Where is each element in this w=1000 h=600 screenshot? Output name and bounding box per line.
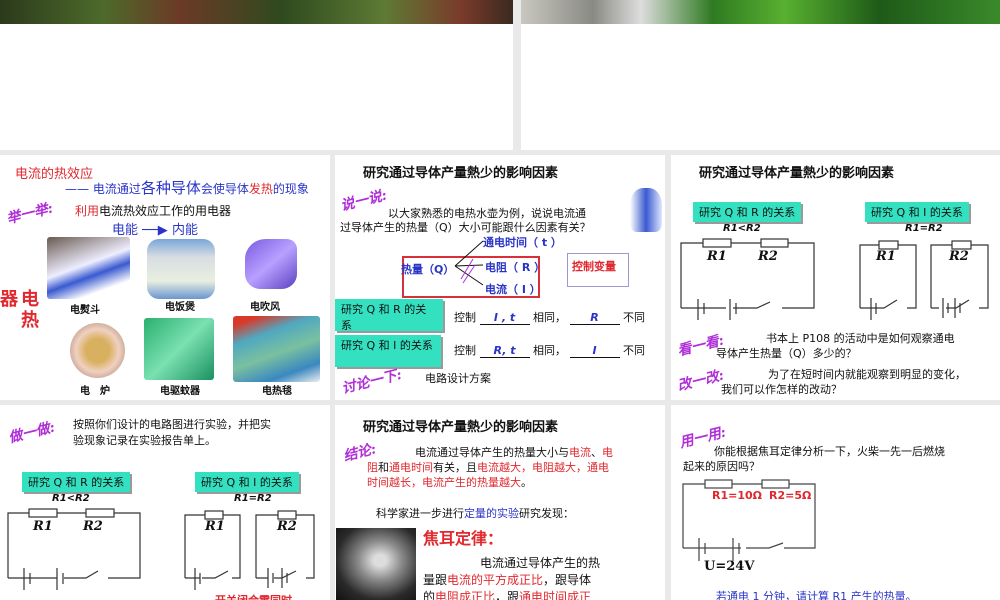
building-photo [521, 0, 1000, 24]
device-label: 电熨斗 [70, 305, 100, 316]
device-label: 电吹风 [250, 302, 280, 313]
resistor-r1-label: R1 [33, 519, 53, 534]
control-row: 控制 R, t 相同， I 不同 [454, 344, 645, 358]
control-row: 控制 I , t 相同， R 不同 [454, 311, 645, 325]
discuss-text: 电路设计方案 [425, 372, 491, 385]
law-line: 量跟电流的平方成正比，跟导体 [423, 573, 592, 587]
task-text: 若通电 1 分钟，请计算 R1 产生的热量。 [716, 590, 917, 600]
electric-stove-image [70, 323, 125, 378]
resistor-r1-label: R1 [205, 519, 225, 534]
law-line: 电流通过导体产生的热 [480, 556, 601, 570]
electric-blanket-image [233, 316, 320, 382]
resistor-r2-label: R2 [277, 519, 297, 534]
slide-thumbnail-joule-law[interactable]: 研究通过导体产量熱少的影响因素 结论: 电流通过导体产生的热量大小与电流、电 阻… [335, 405, 665, 600]
control-variable-box: 控制变量 [567, 253, 629, 287]
resistor-r2-label: R2=5Ω [769, 489, 812, 502]
change-text: 为了在短时间内就能观察到明显的变化， [768, 368, 966, 381]
side-label-3: 热 [21, 310, 39, 331]
mosquito-repeller-image [144, 318, 214, 380]
slide-thumbnail-factors-discussion[interactable]: 研究通过导体产量熱少的影响因素 说一说: 以大家熟悉的电热水壶为例，说说电流通 … [335, 155, 665, 400]
conclusion-line: 电流通过导体产生的热量大小与电流、电 [415, 446, 613, 459]
device-label: 电饭煲 [165, 302, 195, 313]
device-label: 电 炉 [80, 386, 110, 397]
slide-thumbnail-circuits[interactable]: 研究通过导体产量熱少的影响因素 研究 Q 和 R 的关系 研究 Q 和 I 的关… [671, 155, 1000, 400]
arrow-icon: ──▶ [142, 223, 168, 238]
iron-image [47, 237, 130, 299]
campus-photo [0, 0, 513, 24]
conclusion-line: 时间越长，电流产生的热量越大。 [367, 476, 532, 489]
slide-thumbnail-experiment[interactable]: 做一做: 按照你们设计的电路图进行实验，并把实 验现象记录在实验报告单上。 研究… [0, 405, 330, 600]
look-text: 导体产生热量（Q）多少的？ [716, 347, 857, 360]
resistor-r1-label: R1 [707, 249, 727, 264]
experiment-circuit-diagram [7, 508, 315, 590]
side-label-1: 器 [0, 289, 18, 310]
joule-law-heading: 焦耳定律： [423, 529, 504, 548]
slide-thumbnail-top-left[interactable] [0, 0, 513, 150]
voltage-label: U=24V [704, 559, 755, 574]
hair-dryer-image [245, 239, 297, 289]
energy-conversion: 电能 ──▶ 内能 [112, 223, 198, 238]
series-circuit-diagram [680, 238, 989, 320]
scientist-line: 科学家进一步进行定量的实验研究发现： [376, 507, 574, 520]
change-text: 我们可以作怎样的改动？ [721, 383, 842, 396]
slide-thumbnail-application[interactable]: 用一用: 你能根据焦耳定律分析一下，火柴一先一后燃烧 起来的原因吗？ R1=10… [671, 405, 1000, 600]
resistor-r1-label: R1 [876, 249, 896, 264]
tag-example: 举一举: [5, 200, 55, 228]
device-label: 电驱蚊器 [160, 386, 200, 397]
law-line: 的电阻成正比，跟通电时间成正 [423, 590, 592, 600]
joule-portrait-image [336, 528, 416, 600]
slide-thumbnail-heat-effect[interactable]: 电流的热效应 —— 电流通过各种导体会使导体发热的现象 举一举: 利用电流热效应… [0, 155, 330, 400]
rice-cooker-image [147, 239, 215, 299]
study-r-label: 研究 Q 和 R 的关系 [335, 299, 443, 332]
conclusion-line: 阻和通电时间有关，且电流越大，电阻越大，通电 [367, 461, 609, 474]
slide-thumbnail-top-right[interactable] [521, 0, 1000, 150]
look-text: 书本上 P108 的活动中是如何观察通电 [766, 332, 955, 345]
resistor-r1-label: R1=10Ω [712, 489, 762, 502]
study-i-label: 研究 Q 和 I 的关系 [335, 335, 441, 367]
definition: —— 电流通过各种导体会使导体发热的现象 [65, 179, 309, 197]
switch-note: 开关闭合需同时 [215, 592, 292, 600]
resistor-r2-label: R2 [949, 249, 969, 264]
resistor-r2-label: R2 [758, 249, 778, 264]
device-label: 电热毯 [262, 386, 292, 397]
resistor-r2-label: R2 [83, 519, 103, 534]
slide-title: 研究通过导体产量熱少的影响因素 [363, 420, 559, 435]
use-text: 利用电流热效应工作的用电器 [75, 204, 232, 218]
